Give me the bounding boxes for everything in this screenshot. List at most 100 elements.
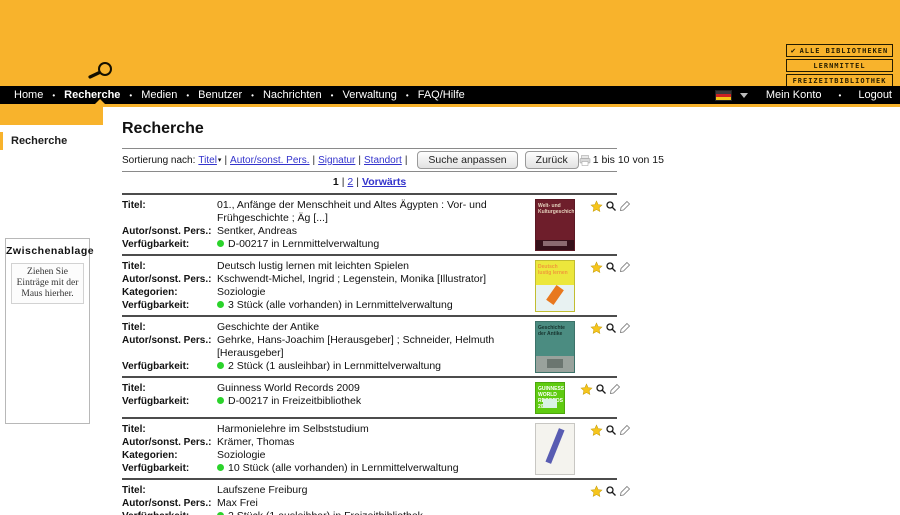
field-value-availability: 2 Stück (1 ausleihbar) in Lernmittelverw… <box>217 360 527 373</box>
nav-separator: • <box>129 90 133 100</box>
result-actions <box>590 484 631 515</box>
result-entry: Titel: Deutsch lustig lernen mit leichten… <box>122 254 631 315</box>
availability-dot <box>217 362 224 369</box>
nav-separator: • <box>838 90 842 100</box>
field-value-author: Gehrke, Hans-Joachim [Herausgeber] ; Sch… <box>217 334 495 359</box>
field-value-title: Deutsch lustig lernen mit leichten Spiel… <box>217 260 410 272</box>
check-icon: ✔ <box>790 46 797 55</box>
book-cover: GUINNESS WORLD RECORDS 2009 <box>535 382 565 414</box>
availability-dot <box>217 301 224 308</box>
field-row-author: Autor/sonst. Pers.: Max Frei <box>122 497 527 510</box>
field-value-availability: 3 Stück (alle vorhanden) in Lernmittelve… <box>217 299 527 312</box>
field-row-author: Autor/sonst. Pers.: Krämer, Thomas <box>122 436 527 449</box>
field-label-author: Autor/sonst. Pers.: <box>122 335 212 346</box>
detail-magnifier-icon[interactable] <box>595 383 607 395</box>
nav-item-home[interactable]: Home <box>14 89 43 101</box>
nav-item-benutzer[interactable]: Benutzer <box>198 89 242 101</box>
sidebar-accent-block <box>0 104 103 125</box>
field-label-availability: Verfügbarkeit: <box>122 239 190 250</box>
edit-pencil-icon[interactable] <box>619 200 631 212</box>
field-value-availability: D-00217 in Freizeitbibliothek <box>217 395 527 408</box>
book-cover-title <box>536 424 574 430</box>
main-area: Recherche Sortierung nach: Titel ▾ | Autor/… <box>103 104 900 515</box>
favorite-star-icon[interactable] <box>590 200 603 213</box>
edit-pencil-icon[interactable] <box>619 485 631 497</box>
field-value-categories: Soziologie <box>217 449 266 461</box>
detail-magnifier-icon[interactable] <box>605 322 617 334</box>
language-dropdown-caret-icon[interactable] <box>739 92 748 98</box>
nav-item-recherche[interactable]: Recherche <box>64 89 120 101</box>
sidebar: Recherche Zwischenablage Ziehen Sie Eint… <box>0 104 103 515</box>
clipboard-panel[interactable]: Zwischenablage Ziehen Sie Einträge mit d… <box>5 238 94 424</box>
detail-magnifier-icon[interactable] <box>605 424 617 436</box>
favorite-star-icon[interactable] <box>590 485 603 498</box>
field-label-author: Autor/sonst. Pers.: <box>122 498 212 509</box>
result-fields: Titel: Geschichte der Antike Autor/sonst. … <box>122 321 527 373</box>
book-cover <box>535 423 575 475</box>
edit-pencil-icon[interactable] <box>619 424 631 436</box>
language-flag-icon[interactable] <box>714 89 732 101</box>
nav-item-medien[interactable]: Medien <box>141 89 177 101</box>
printer-icon[interactable] <box>579 154 591 166</box>
book-cover-accent <box>547 359 563 368</box>
field-value-author: Sentker, Andreas <box>217 225 297 237</box>
page-2[interactable]: 2 <box>347 176 353 188</box>
nav-item-mein-konto[interactable]: Mein Konto <box>766 89 822 101</box>
pagination: 1 | 2 | Vorwärts <box>122 172 617 193</box>
nav-separator: • <box>330 90 334 100</box>
field-label-title: Titel: <box>122 424 146 435</box>
field-row-title: Titel: Harmonielehre im Selbststudium <box>122 423 527 436</box>
library-filter-alle-bibliotheken[interactable]: ✔ ALLE BIBLIOTHEKEN <box>786 44 893 57</box>
result-actions <box>580 382 621 414</box>
nav-item-verwaltung[interactable]: Verwaltung <box>342 89 396 101</box>
book-cover-accent <box>543 399 557 408</box>
sidebar-item-recherche[interactable]: Recherche <box>0 132 103 150</box>
field-value-title: Guinness World Records 2009 <box>217 382 360 394</box>
favorite-star-icon[interactable] <box>590 424 603 437</box>
field-value-availability: 10 Stück (alle vorhanden) in Lernmittelv… <box>217 462 527 475</box>
page-1: 1 <box>332 176 339 188</box>
page-next[interactable]: Vorwärts <box>362 176 406 188</box>
edit-pencil-icon[interactable] <box>619 261 631 273</box>
field-label-categories: Kategorien: <box>122 287 178 298</box>
result-entry: Titel: Geschichte der Antike Autor/sonst. … <box>122 315 631 376</box>
sort-option-autor-sonst-pers[interactable]: Autor/sonst. Pers. <box>230 155 309 166</box>
separator: | <box>312 154 316 166</box>
nav-item-faq-hilfe[interactable]: FAQ/Hilfe <box>418 89 465 101</box>
detail-magnifier-icon[interactable] <box>605 200 617 212</box>
book-cover <box>535 484 575 515</box>
field-row-title: Titel: Laufszene Freiburg <box>122 484 527 497</box>
edit-pencil-icon[interactable] <box>609 383 621 395</box>
result-entry: Titel: Guinness World Records 2009 Verfügb… <box>122 376 621 417</box>
result-actions <box>590 321 631 373</box>
field-row-availability: Verfügbarkeit: 2 Stück (1 ausleihbar) in … <box>122 360 527 373</box>
sort-option-signatur[interactable]: Signatur <box>318 155 355 166</box>
edit-pencil-icon[interactable] <box>619 322 631 334</box>
field-value-title: 01., Anfänge der Menschheit und Altes Äg… <box>217 199 487 224</box>
sort-option-titel[interactable]: Titel <box>198 155 217 166</box>
field-row-title: Titel: Geschichte der Antike <box>122 321 527 334</box>
favorite-star-icon[interactable] <box>590 261 603 274</box>
detail-magnifier-icon[interactable] <box>605 485 617 497</box>
page-title: Recherche <box>122 120 204 137</box>
back-button[interactable]: Zurück <box>524 151 579 169</box>
result-fields: Titel: Guinness World Records 2009 Verfügb… <box>122 382 527 414</box>
separator: | <box>404 154 408 166</box>
field-row-author: Autor/sonst. Pers.: Gehrke, Hans-Joachim … <box>122 334 527 360</box>
field-row-categories: Kategorien: Soziologie <box>122 286 527 299</box>
book-cover: Geschichte der Antike <box>535 321 575 373</box>
nav-separator: • <box>251 90 254 100</box>
field-label-availability: Verfügbarkeit: <box>122 463 190 474</box>
field-row-title: Titel: 01., Anfänge der Menschheit und Al… <box>122 199 527 225</box>
sort-option-standort[interactable]: Standort <box>364 155 402 166</box>
field-row-categories: Kategorien: Soziologie <box>122 449 527 462</box>
separator: | <box>341 176 345 188</box>
adjust-search-button[interactable]: Suche anpassen <box>417 151 518 169</box>
nav-item-nachrichten[interactable]: Nachrichten <box>263 89 322 101</box>
library-filter-buttons: ✔ ALLE BIBLIOTHEKEN LERNMITTEL FREIZEITBIBL… <box>786 44 893 87</box>
favorite-star-icon[interactable] <box>580 383 593 396</box>
favorite-star-icon[interactable] <box>590 322 603 335</box>
library-filter-lernmittel[interactable]: LERNMITTEL <box>786 59 893 72</box>
detail-magnifier-icon[interactable] <box>605 261 617 273</box>
nav-item-logout[interactable]: Logout <box>858 89 892 101</box>
